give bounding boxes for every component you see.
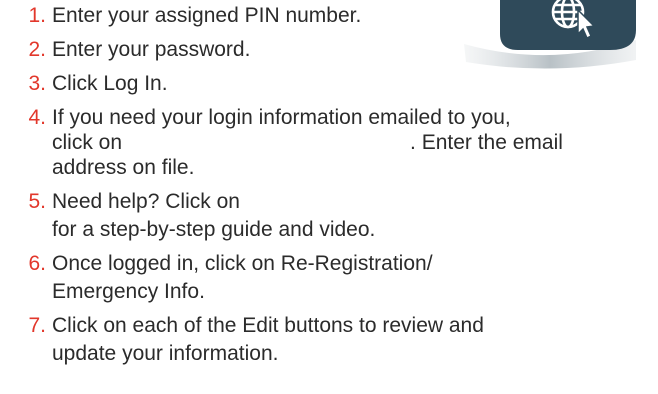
- step-text: Once logged in, click on Re-Registration…: [52, 252, 433, 275]
- step-number: 7.: [28, 314, 46, 337]
- step-6: 6. Once logged in, click on Re-Registrat…: [0, 250, 658, 306]
- globe-cursor-icon: [464, 0, 636, 69]
- step-number: 1.: [28, 4, 46, 27]
- step-number: 2.: [28, 38, 46, 61]
- step-text: If you need your login information email…: [52, 106, 511, 129]
- step-text-row: click on . Enter the email: [52, 132, 658, 154]
- step-text: update your information.: [52, 342, 279, 365]
- step-text: Emergency Info.: [52, 280, 205, 303]
- step-text: for a step-by-step guide and video.: [52, 218, 376, 241]
- step-number: 3.: [28, 72, 46, 95]
- step-text: Need help? Click on: [52, 190, 240, 213]
- step-7: 7. Click on each of the Edit buttons to …: [0, 312, 658, 368]
- step-number: 4.: [28, 106, 46, 129]
- step-text: click on: [52, 131, 123, 154]
- step-number: 5.: [28, 190, 46, 213]
- step-number: 6.: [28, 252, 46, 275]
- step-text: address on file.: [52, 156, 195, 179]
- step-text: Click Log In.: [52, 72, 168, 95]
- step-text: Click on each of the Edit buttons to rev…: [52, 314, 484, 337]
- step-4: 4. If you need your login information em…: [0, 104, 658, 182]
- step-text: . Enter the email: [410, 131, 563, 154]
- step-5: 5. Need help? Click on for a step-by-ste…: [0, 188, 658, 244]
- step-3: 3. Click Log In.: [0, 70, 658, 98]
